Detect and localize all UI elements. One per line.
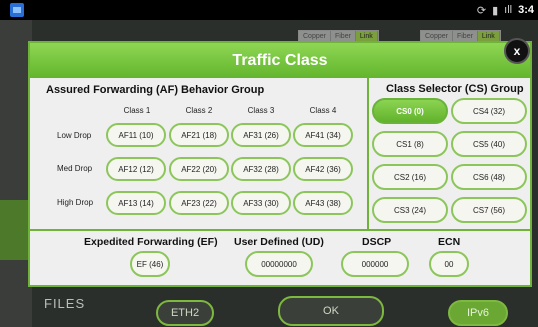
cs7-button[interactable]: CS7 (56) bbox=[451, 197, 527, 223]
background-eth2-button: ETH2 bbox=[156, 300, 214, 326]
background-ok-button: OK bbox=[278, 296, 384, 326]
ud-label: User Defined (UD) bbox=[234, 236, 324, 248]
af13-button[interactable]: AF13 (14) bbox=[106, 191, 166, 215]
traffic-class-dialog: Traffic Class Assured Forwarding (AF) Be… bbox=[28, 41, 532, 287]
ef-button[interactable]: EF (46) bbox=[130, 251, 170, 277]
af12-button[interactable]: AF12 (12) bbox=[106, 157, 166, 181]
battery-icon: ▮ bbox=[492, 4, 499, 17]
status-bar: ⟳ ▮ ıll 3:4 bbox=[0, 0, 538, 20]
cs1-button[interactable]: CS1 (8) bbox=[372, 131, 448, 157]
signal-icon: ıll bbox=[504, 4, 513, 16]
ecn-field: 00 bbox=[429, 251, 469, 277]
af43-button[interactable]: AF43 (38) bbox=[293, 191, 353, 215]
af31-button[interactable]: AF31 (26) bbox=[231, 123, 291, 147]
cs-group-title: Class Selector (CS) Group bbox=[386, 83, 524, 95]
af32-button[interactable]: AF32 (28) bbox=[231, 157, 291, 181]
ecn-label: ECN bbox=[438, 236, 461, 248]
cs6-button[interactable]: CS6 (48) bbox=[451, 164, 527, 190]
app-notification-icon bbox=[10, 3, 24, 17]
af-row-label: Med Drop bbox=[57, 164, 93, 173]
af-column-header: Class 3 bbox=[247, 106, 275, 115]
cs0-button[interactable]: CS0 (0) bbox=[372, 98, 448, 124]
af-column-header: Class 2 bbox=[185, 106, 213, 115]
af21-button[interactable]: AF21 (18) bbox=[169, 123, 229, 147]
cs4-button[interactable]: CS4 (32) bbox=[451, 98, 527, 124]
af-column-header: Class 1 bbox=[123, 106, 151, 115]
af11-button[interactable]: AF11 (10) bbox=[106, 123, 166, 147]
status-icons: ⟳ ▮ ıll 3:4 bbox=[477, 2, 534, 18]
cs5-button[interactable]: CS5 (40) bbox=[451, 131, 527, 157]
ud-input[interactable]: 00000000 bbox=[245, 251, 313, 277]
dialog-title: Traffic Class bbox=[30, 43, 530, 78]
af42-button[interactable]: AF42 (36) bbox=[293, 157, 353, 181]
af-group-title: Assured Forwarding (AF) Behavior Group bbox=[46, 84, 265, 96]
ef-label: Expedited Forwarding (EF) bbox=[84, 236, 218, 248]
clock: 3:4 bbox=[518, 4, 534, 16]
af-row-label: Low Drop bbox=[57, 131, 92, 140]
cs2-button[interactable]: CS2 (16) bbox=[372, 164, 448, 190]
section-divider-vertical bbox=[367, 77, 369, 229]
af23-button[interactable]: AF23 (22) bbox=[169, 191, 229, 215]
section-divider-horizontal bbox=[30, 229, 530, 231]
af-column-header: Class 4 bbox=[309, 106, 337, 115]
af41-button[interactable]: AF41 (34) bbox=[293, 123, 353, 147]
close-button[interactable]: x bbox=[504, 38, 530, 64]
sync-icon: ⟳ bbox=[476, 4, 487, 17]
af22-button[interactable]: AF22 (20) bbox=[169, 157, 229, 181]
dscp-field: 000000 bbox=[341, 251, 409, 277]
af-row-label: High Drop bbox=[57, 198, 94, 207]
background-files-label: FILES bbox=[44, 296, 86, 311]
dscp-label: DSCP bbox=[362, 236, 392, 248]
background-ipv6-button: IPv6 bbox=[448, 300, 508, 326]
af33-button[interactable]: AF33 (30) bbox=[231, 191, 291, 215]
cs3-button[interactable]: CS3 (24) bbox=[372, 197, 448, 223]
